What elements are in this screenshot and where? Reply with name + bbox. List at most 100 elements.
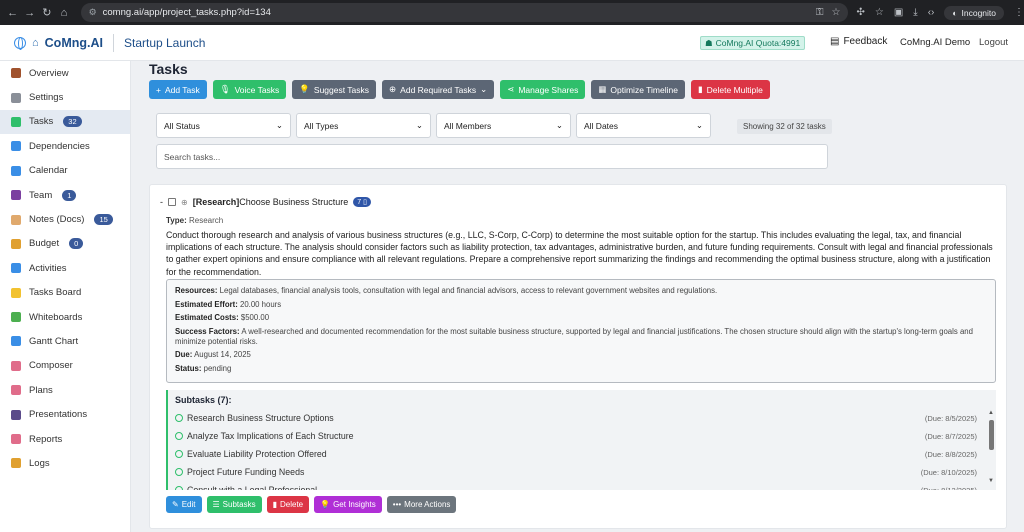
filter-select-2[interactable]: All Types ⌄ [296,113,431,138]
subtasks-button[interactable]: ☰ Subtasks [206,496,262,513]
sidebar-item-presentations[interactable]: Presentations [0,402,130,426]
filter-value: All Members [444,120,492,131]
task-type: Type: Research [166,216,223,225]
scroll-down-icon[interactable]: ▼ [988,478,994,484]
logs-icon [11,458,21,469]
sidebar-item-activities[interactable]: Activities [0,256,130,280]
incognito-icon: ◐ [952,7,958,18]
delete-button[interactable]: ▮ Delete [266,496,310,513]
sidebar-item-settings[interactable]: Settings [0,85,130,109]
filter-select-3[interactable]: All Members ⌄ [436,113,571,138]
sidebar-item-calendar[interactable]: Calendar [0,159,130,183]
circle-icon[interactable] [175,486,183,490]
filter-select-4[interactable]: All Dates ⌄ [576,113,711,138]
reload-icon[interactable]: ↻ [38,6,55,19]
sidebar-item-composer[interactable]: Composer [0,354,130,378]
download-icon[interactable]: ⤓ [913,7,917,18]
globe-icon [14,36,26,50]
subtask-row[interactable]: Evaluate Liability Protection Offered (Du… [175,445,989,463]
star-icon[interactable]: ☆ [831,7,840,18]
sidebar-item-tasks-board[interactable]: Tasks Board [0,281,130,305]
sidebar-item-label: Presentations [29,409,88,421]
subtasks-scrollbar[interactable]: ▲ ▼ [988,410,994,484]
sidebar-item-tasks[interactable]: Tasks 32 [0,109,130,135]
key-icon[interactable]: ⚿ [816,7,824,18]
detail-row: Estimated Costs: $500.00 [175,313,987,323]
subtask-row[interactable]: Research Business Structure Options (Due:… [175,409,989,427]
voice-tasks-button[interactable]: 🎙 Voice Tasks [212,80,287,99]
filter-value: All Dates [584,120,619,131]
search-input[interactable]: Search tasks... [156,144,828,169]
filter-select-1[interactable]: All Status ⌄ [156,113,291,138]
task-actions: ✎ Edit ☰ Subtasks ▮ Delete 💡 Get Insights ••• Mor… [166,496,457,513]
optimize-timeline-button[interactable]: ▦ Optimize Timeline [591,80,685,99]
sidebar-item-label: Logs [29,457,50,469]
sidebar-item-logs[interactable]: Logs [0,451,130,475]
suggest-tasks-button[interactable]: 💡 Suggest Tasks [292,80,377,99]
code-icon[interactable]: ‹› [928,7,935,18]
button-label: Manage Shares [518,84,579,95]
sidebar-item-notes-docs[interactable]: Notes (Docs) 15 [0,207,130,231]
subtask-due: (Due: 8/10/2025) [920,467,977,477]
bookmark-icon[interactable]: ☆ [875,7,884,18]
circle-icon[interactable] [175,450,183,458]
button-label: Delete [279,500,304,509]
drag-icon[interactable]: ⊕ [181,198,188,207]
more-actions-button[interactable]: ••• More Actions [386,496,457,513]
feedback-link[interactable]: ▤ Feedback [830,36,887,47]
sidebar-item-plans[interactable]: Plans [0,378,130,402]
edit-button[interactable]: ✎ Edit [166,496,202,513]
scroll-thumb[interactable] [989,420,994,450]
circle-icon[interactable] [175,414,183,422]
circle-icon[interactable] [175,432,183,440]
collapse-toggle[interactable]: - [160,197,163,207]
subtask-row[interactable]: Consult with a Legal Professional (Due: 8… [175,481,989,490]
plus-icon: + [156,84,161,95]
brand[interactable]: ⌂ CoMng.AI [14,36,103,50]
detail-label: Due: [175,350,193,360]
address-bar[interactable]: ⚙ comng.ai/app/project_tasks.php?id=134 … [80,3,849,22]
add-task-button[interactable]: + Add Task [149,80,207,99]
task-type-value: Research [188,216,224,225]
task-checkbox[interactable] [168,198,176,206]
task-header: - ⊕ [Research]Choose Business Structure … [160,197,372,207]
calendar-icon [11,165,21,176]
back-icon[interactable]: ← [4,7,21,19]
menu-icon[interactable]: ⋮ [1014,7,1024,18]
sidebar-item-gantt-chart[interactable]: Gantt Chart [0,329,130,353]
user-name[interactable]: CoMng.AI Demo [900,37,970,48]
robot-icon: ☗ [705,37,713,48]
detail-label: Estimated Effort: [175,299,238,309]
url-text: comng.ai/app/project_tasks.php?id=134 [102,7,271,18]
lightbulb-icon: 💡 [320,500,331,509]
incognito-badge[interactable]: ◐ Incognito [944,5,1004,20]
sidebar-item-label: Plans [29,384,53,396]
sidebar-item-whiteboards[interactable]: Whiteboards [0,305,130,329]
sidebar-item-overview[interactable]: Overview [0,61,130,85]
forward-icon[interactable]: → [21,7,38,19]
logout-link[interactable]: Logout [979,37,1008,48]
composer-icon [11,360,21,371]
home-icon[interactable]: ⌂ [55,7,72,19]
sidebar-item-reports[interactable]: Reports [0,427,130,451]
subtask-row[interactable]: Project Future Funding Needs (Due: 8/10/2… [175,463,989,481]
delete-multiple-button[interactable]: ▮ Delete Multiple [690,80,770,99]
scroll-up-icon[interactable]: ▲ [988,410,994,416]
extension-icon[interactable]: ✣ [856,7,864,18]
get-insights-button[interactable]: 💡 Get Insights [314,496,382,513]
task-type-label: Type: [166,216,187,225]
add-required-tasks-button[interactable]: ⊕ Add Required Tasks ⌄ [382,80,495,99]
sidebar-item-budget[interactable]: Budget 0 [0,232,130,256]
trash-icon: ▮ [272,500,277,509]
subtask-row[interactable]: Analyze Tax Implications of Each Structu… [175,427,989,445]
subtask-count: 7 [357,199,362,206]
sidebar-item-dependencies[interactable]: Dependencies [0,134,130,158]
sidebar-item-team[interactable]: Team 1 [0,183,130,207]
screenshot-icon[interactable]: ▣ [894,7,903,18]
task-title[interactable]: [Research]Choose Business Structure [193,197,349,207]
button-label: Suggest Tasks [313,84,370,95]
site-info-icon[interactable]: ⚙ [89,7,97,18]
sidebar-item-label: Reports [29,433,63,445]
circle-icon[interactable] [175,468,183,476]
manage-shares-button[interactable]: ⋖ Manage Shares [500,80,586,99]
